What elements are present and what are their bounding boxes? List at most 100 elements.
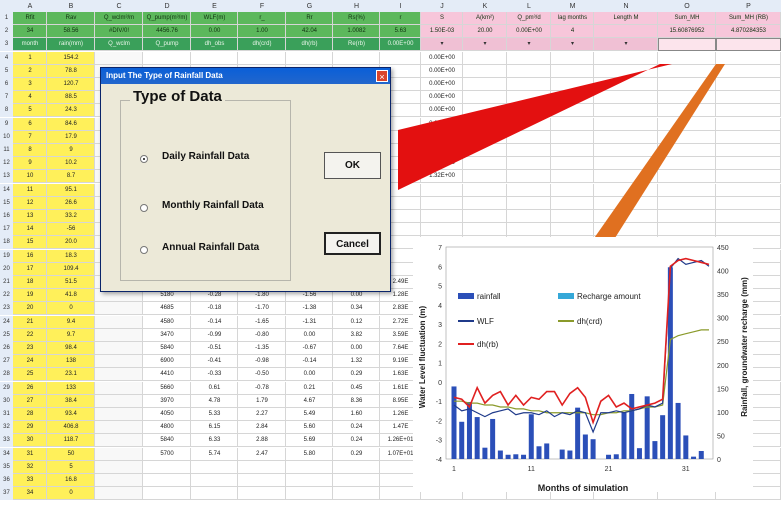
cell-value[interactable]: ▾ (463, 38, 507, 51)
grid-cell[interactable] (463, 170, 507, 184)
grid-cell[interactable] (463, 183, 507, 197)
cell-value[interactable]: 51.5 (47, 276, 95, 289)
grid-cell[interactable] (716, 223, 781, 237)
cell-value[interactable]: 38.4 (47, 395, 95, 408)
row-header[interactable]: 26 (0, 342, 13, 355)
grid-cell[interactable] (95, 487, 143, 501)
cell-value[interactable]: 95.1 (47, 184, 95, 197)
grid-cell[interactable] (594, 196, 658, 210)
cell-value[interactable]: 4800 (143, 421, 191, 434)
grid-cell[interactable] (238, 474, 286, 487)
cell-value[interactable]: 22 (13, 329, 47, 342)
cell-value[interactable]: lag months (551, 12, 594, 25)
grid-cell[interactable] (658, 196, 716, 210)
cell-value[interactable]: 5 (13, 104, 47, 117)
row-header[interactable]: 35 (0, 460, 13, 474)
grid-cell[interactable] (716, 117, 781, 131)
grid-cell[interactable] (95, 355, 143, 369)
cell-value[interactable]: Q_pump (143, 38, 191, 51)
row-header[interactable]: 29 (0, 381, 13, 395)
cell-value[interactable]: Rr (286, 12, 333, 25)
cell-value[interactable]: 15 (13, 236, 47, 249)
grid-cell[interactable] (716, 210, 781, 223)
cell-value[interactable]: r (380, 12, 421, 25)
grid-cell[interactable] (95, 394, 143, 408)
cell-value[interactable]: 23.1 (47, 368, 95, 381)
cell-value[interactable]: 5700 (143, 448, 191, 461)
grid-cell[interactable] (551, 104, 594, 118)
row-header[interactable]: 21 (0, 276, 13, 289)
grid-cell[interactable] (551, 210, 594, 223)
grid-cell[interactable] (716, 157, 781, 171)
cell-value[interactable]: 0.12 (333, 316, 380, 329)
cell-value[interactable]: 16 (13, 250, 47, 263)
cell-value[interactable]: 4.67 (286, 395, 333, 408)
grid-cell[interactable] (658, 183, 716, 197)
cell-value[interactable]: 9 (13, 157, 47, 170)
grid-cell[interactable] (716, 104, 781, 118)
cell-value[interactable]: 88.5 (47, 91, 95, 104)
cell-value[interactable]: 4.78 (191, 395, 238, 408)
cell-value[interactable]: 4050 (143, 408, 191, 421)
grid-cell[interactable] (463, 91, 507, 105)
grid-cell[interactable] (594, 144, 658, 157)
cell-value[interactable]: 33 (13, 474, 47, 487)
row-header[interactable]: 22 (0, 289, 13, 303)
grid-cell[interactable] (95, 381, 143, 395)
cell-value[interactable]: 41.8 (47, 289, 95, 302)
grid-cell[interactable] (507, 196, 551, 210)
cell-value[interactable]: 14 (13, 223, 47, 236)
cell-value[interactable]: 50 (47, 448, 95, 461)
cell-value[interactable]: 0.61 (191, 382, 238, 395)
cell-value[interactable]: -0.80 (238, 329, 286, 342)
grid-cell[interactable] (551, 78, 594, 91)
daily-label[interactable]: Daily Rainfall Data (162, 151, 249, 162)
cell-value[interactable]: 30 (13, 434, 47, 447)
cell-value[interactable]: 9.4 (47, 316, 95, 329)
grid-cell[interactable] (380, 51, 421, 65)
cell-value[interactable]: 5660 (143, 382, 191, 395)
grid-cell[interactable] (716, 64, 781, 78)
cell-value[interactable]: Q_wclm³/m (95, 12, 143, 25)
cell-value[interactable]: Q_pump(m³/m) (143, 12, 191, 25)
grid-cell[interactable] (463, 223, 507, 237)
cell-value[interactable]: 3 (13, 78, 47, 91)
grid-cell[interactable] (95, 434, 143, 448)
grid-cell[interactable] (286, 460, 333, 474)
cell-value[interactable]: 4580 (143, 316, 191, 329)
cell-value[interactable]: dh_obs (191, 38, 238, 51)
row-header[interactable]: 3 (0, 38, 13, 52)
cell-value[interactable]: 138 (47, 355, 95, 368)
row-header[interactable]: 9 (0, 117, 13, 131)
row-header[interactable]: 8 (0, 104, 13, 118)
row-header[interactable]: 18 (0, 236, 13, 250)
cell-value[interactable]: 0.00 (286, 329, 333, 342)
daily-radio[interactable] (140, 155, 148, 163)
row-header[interactable]: 13 (0, 170, 13, 184)
cell-value[interactable]: 26.6 (47, 197, 95, 210)
cell-value[interactable]: Rav (47, 12, 95, 25)
cell-value[interactable]: 33.2 (47, 210, 95, 223)
cell-value[interactable]: 29 (13, 421, 47, 434)
cell-value[interactable]: 93.4 (47, 408, 95, 421)
cell-value[interactable]: 0.34 (333, 302, 380, 315)
grid-cell[interactable] (551, 196, 594, 210)
cell-value[interactable]: 4 (13, 91, 47, 104)
row-header[interactable]: 32 (0, 421, 13, 435)
cell-value[interactable]: 1.60 (333, 408, 380, 421)
cell-value[interactable]: 5840 (143, 434, 191, 447)
cell-value[interactable]: 118.7 (47, 434, 95, 447)
grid-cell[interactable] (421, 223, 463, 237)
grid-cell[interactable] (594, 117, 658, 131)
grid-cell[interactable] (95, 51, 143, 65)
cell-value[interactable]: 31 (13, 448, 47, 461)
cell-value[interactable]: Sum_MH (658, 12, 716, 25)
cell-value[interactable]: 10 (13, 170, 47, 183)
cell-value[interactable]: 5840 (143, 342, 191, 355)
cell-value[interactable]: 1 (13, 52, 47, 65)
grid-cell[interactable] (95, 408, 143, 421)
cell-value[interactable]: ▾ (421, 38, 463, 51)
grid-cell[interactable] (507, 170, 551, 184)
grid-cell[interactable] (658, 64, 716, 78)
row-header[interactable]: 2 (0, 25, 13, 39)
